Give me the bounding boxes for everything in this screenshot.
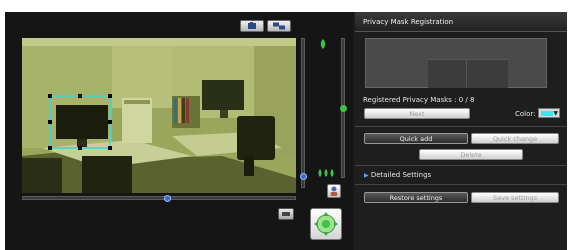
- snapshot-button[interactable]: [240, 20, 264, 32]
- detailed-settings-label: Detailed Settings: [370, 171, 432, 179]
- privacy-mask-panel: Privacy Mask Registration Registered Pri…: [355, 12, 567, 250]
- vertical-position-knob[interactable]: [299, 172, 307, 180]
- multiscreen-button[interactable]: [267, 20, 291, 32]
- delete-button[interactable]: Delete: [419, 149, 523, 160]
- quick-change-button[interactable]: Quick change: [471, 133, 559, 144]
- preset-button[interactable]: [327, 184, 341, 198]
- privacy-mask-app: Privacy Mask Registration Registered Pri…: [5, 12, 567, 250]
- mask-preview-area: [365, 38, 547, 88]
- resize-icon: [282, 212, 290, 216]
- panel-title: Privacy Mask Registration: [355, 12, 567, 32]
- pan-tilt-button[interactable]: [310, 208, 342, 240]
- triangle-right-icon: ▶: [364, 172, 369, 179]
- restore-settings-button[interactable]: Restore settings: [364, 192, 468, 203]
- multiscreen-icon: [273, 22, 285, 30]
- divider: [355, 165, 567, 166]
- horizontal-position-slider[interactable]: [22, 196, 296, 200]
- focus-icon[interactable]: [319, 39, 327, 51]
- horizontal-position-knob[interactable]: [163, 194, 171, 202]
- camera-view-area: [5, 12, 353, 250]
- camera-capture-icon: [248, 22, 256, 29]
- zoom-knob[interactable]: [339, 104, 347, 112]
- zoom-out-icon[interactable]: [317, 168, 335, 180]
- quick-add-button[interactable]: Quick add: [364, 133, 468, 144]
- divider: [355, 184, 567, 185]
- divider: [355, 126, 567, 127]
- color-select[interactable]: ▼: [538, 108, 560, 118]
- save-settings-button[interactable]: Save settings: [471, 192, 559, 203]
- detailed-settings-toggle[interactable]: ▶ Detailed Settings: [364, 171, 431, 179]
- vertical-position-slider[interactable]: [301, 38, 305, 188]
- chevron-down-icon: ▼: [553, 110, 558, 117]
- resize-button[interactable]: [278, 208, 294, 220]
- next-button[interactable]: Next: [364, 108, 470, 119]
- color-label: Color:: [515, 110, 536, 118]
- color-swatch: [541, 111, 553, 116]
- registered-masks-count: Registered Privacy Masks : 0 / 8: [363, 96, 475, 104]
- preset-user-icon: [330, 186, 338, 196]
- camera-video-feed[interactable]: [22, 38, 296, 193]
- pan-tilt-icon: [314, 212, 338, 236]
